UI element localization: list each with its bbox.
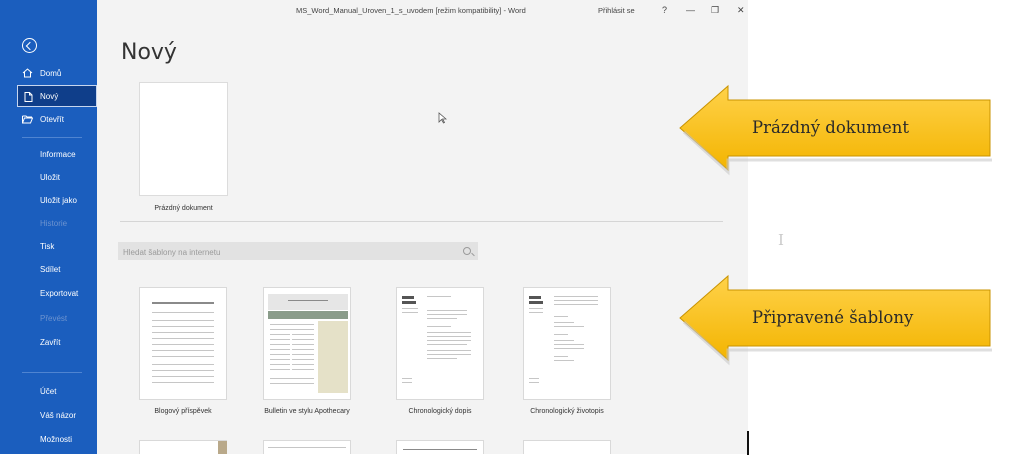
sidebar-item-save[interactable]: Uložit xyxy=(0,166,97,188)
template-apothecary-newsletter[interactable] xyxy=(263,287,351,400)
sidebar-item-print[interactable]: Tisk xyxy=(0,235,97,257)
callout-label-templates: Připravené šablony xyxy=(752,308,914,327)
back-arrow-icon[interactable] xyxy=(22,38,37,53)
close-button[interactable]: ✕ xyxy=(737,5,745,16)
minimize-button[interactable]: — xyxy=(686,5,695,15)
template-thumbnail[interactable] xyxy=(523,440,611,454)
sidebar-item-label: Účet xyxy=(40,386,57,396)
template-chronological-letter[interactable] xyxy=(396,287,484,400)
sidebar-item-label: Převést xyxy=(40,313,68,323)
sidebar-divider xyxy=(22,137,82,138)
sidebar-item-history: Historie xyxy=(0,212,97,234)
template-search[interactable] xyxy=(118,242,478,260)
template-label[interactable]: Bulletin ve stylu Apothecary xyxy=(242,407,372,417)
word-window: Domů Nový Otevřít Informace Uložit Uloži… xyxy=(0,0,748,454)
sidebar-item-label: Domů xyxy=(40,68,62,78)
home-icon xyxy=(22,68,33,78)
sidebar-item-export[interactable]: Exportovat xyxy=(0,282,97,304)
callout-label-blank: Prázdný dokument xyxy=(752,118,910,137)
sidebar-item-label: Nový xyxy=(40,91,59,101)
sidebar-item-close[interactable]: Zavřít xyxy=(0,331,97,353)
template-label[interactable]: Chronologický dopis xyxy=(375,407,505,417)
open-folder-icon xyxy=(22,115,33,124)
sidebar-item-share[interactable]: Sdílet xyxy=(0,258,97,280)
sidebar-item-label: Sdílet xyxy=(40,264,61,274)
sidebar-item-options[interactable]: Možnosti xyxy=(0,428,97,450)
blank-document-thumbnail[interactable] xyxy=(139,82,228,196)
sidebar-item-label: Historie xyxy=(40,218,68,228)
search-icon[interactable] xyxy=(463,247,471,255)
help-button[interactable]: ? xyxy=(662,5,667,15)
template-thumbnail[interactable] xyxy=(263,440,351,454)
search-input[interactable] xyxy=(123,246,453,258)
sidebar-item-info[interactable]: Informace xyxy=(0,143,97,165)
template-label[interactable]: Chronologický životopis xyxy=(502,407,632,417)
window-edge xyxy=(747,431,749,455)
sidebar-item-feedback[interactable]: Váš názor xyxy=(0,404,97,426)
template-thumbnail[interactable] xyxy=(396,440,484,454)
sidebar-item-label: Uložit xyxy=(40,172,61,182)
template-thumbnail[interactable] xyxy=(139,440,227,454)
section-divider xyxy=(120,221,723,222)
sign-in-link[interactable]: Přihlásit se xyxy=(598,6,635,15)
new-document-icon xyxy=(24,92,33,102)
sidebar-item-convert: Převést xyxy=(0,307,97,329)
sidebar-item-label: Váš názor xyxy=(40,410,77,420)
restore-button[interactable]: ❐ xyxy=(711,5,719,16)
sidebar-item-label: Zavřít xyxy=(40,337,61,347)
sidebar-item-label: Možnosti xyxy=(40,434,73,444)
template-blog-post[interactable] xyxy=(139,287,227,400)
text-cursor-icon: I xyxy=(778,231,784,249)
sidebar-item-label: Informace xyxy=(40,149,76,159)
template-chronological-resume[interactable] xyxy=(523,287,611,400)
page-title: Nový xyxy=(121,40,177,65)
mouse-pointer-icon xyxy=(438,112,447,124)
sidebar-item-new[interactable]: Nový xyxy=(17,85,97,107)
sidebar-divider xyxy=(22,372,82,373)
window-title: MS_Word_Manual_Uroven_1_s_uvodem [režim … xyxy=(296,6,526,15)
sidebar-item-account[interactable]: Účet xyxy=(0,380,97,402)
sidebar-item-label: Otevřít xyxy=(40,114,65,124)
sidebar-item-label: Exportovat xyxy=(40,288,79,298)
sidebar-item-save-as[interactable]: Uložit jako xyxy=(0,189,97,211)
sidebar-item-open[interactable]: Otevřít xyxy=(0,108,97,130)
blank-document-label[interactable]: Prázdný dokument xyxy=(139,205,228,212)
backstage-sidebar: Domů Nový Otevřít Informace Uložit Uloži… xyxy=(0,0,97,454)
sidebar-item-label: Tisk xyxy=(40,241,55,251)
sidebar-item-label: Uložit jako xyxy=(40,195,77,205)
sidebar-item-home[interactable]: Domů xyxy=(0,62,97,84)
template-label[interactable]: Blogový příspěvek xyxy=(118,407,248,417)
